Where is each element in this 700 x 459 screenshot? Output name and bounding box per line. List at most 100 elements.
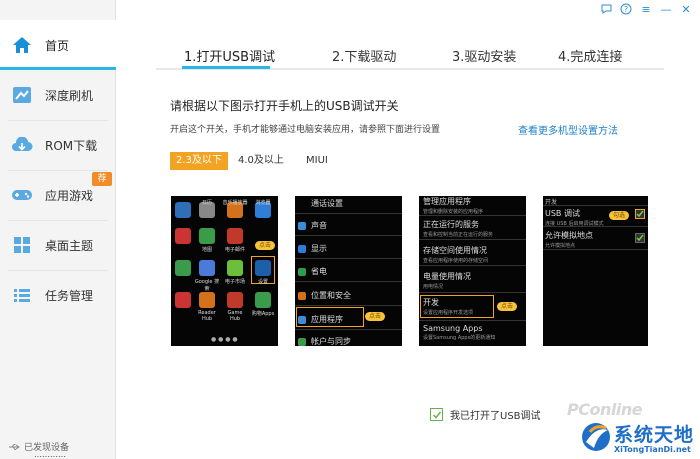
logo-icon: [582, 423, 610, 451]
phone-screen-app-settings: 管理应用程序管理和删除安装的应用程序 正在运行的服务查看和控制当前正在运行的服务…: [419, 196, 526, 346]
help-button[interactable]: ?: [618, 2, 634, 16]
app-settings-item: 管理应用程序管理和删除安装的应用程序: [419, 196, 526, 215]
app-icon: [175, 228, 191, 244]
app-settings-item: Samsung Apps 设置Samsung Apps的更新通知: [419, 324, 526, 341]
tab-miui[interactable]: MIUI: [300, 152, 334, 170]
app-label: 电子市场: [224, 279, 245, 285]
tap-hint: 点击: [497, 302, 517, 311]
phone-screen-development: 开发 USB 调试 连接 USB 后启用调试模式 勾选 允许模拟地点 允许模拟地点: [543, 196, 648, 346]
menu-button[interactable]: ≡: [638, 2, 654, 16]
chat-bubble-icon[interactable]: [598, 2, 614, 16]
sidebar-item-tasks[interactable]: 任务管理: [0, 270, 116, 320]
sidebar-item-home[interactable]: 首页: [0, 20, 116, 70]
item-title: USB 调试: [545, 209, 580, 218]
sidebar-item-label: ROM下载: [45, 138, 98, 153]
divider: [295, 213, 402, 214]
shopping-icon: [255, 292, 271, 308]
app-settings-item: 电量使用情况 用电情况: [419, 271, 526, 290]
list-icon: [11, 284, 33, 306]
sidebar-item-label: 首页: [45, 38, 70, 53]
window-controls: ? ≡ — ✕: [598, 2, 694, 16]
battery-icon: [298, 268, 306, 276]
item-title: 管理应用程序: [423, 197, 471, 206]
check-hint: 勾选: [609, 211, 629, 220]
app-label: Reader Hub: [198, 310, 216, 322]
usb-icon: [9, 443, 20, 450]
game-hub-icon: [227, 292, 243, 308]
step-active-underline: [182, 66, 270, 69]
app-label: 设置: [257, 279, 268, 285]
sidebar-item-label: 桌面主题: [45, 238, 94, 253]
sidebar-item-label: 应用游戏: [45, 188, 94, 203]
sync-icon: [298, 338, 306, 346]
divider: [543, 205, 648, 206]
minimize-button[interactable]: —: [658, 2, 674, 16]
item-sub: 查看和控制当前正在运行的服务: [423, 232, 494, 238]
tap-hint: 点击: [255, 241, 275, 250]
divider: [543, 226, 648, 227]
step-2: 2.下载驱动: [332, 50, 397, 65]
page-title: 请根据以下图示打开手机上的USB调试开关: [170, 99, 399, 113]
brand-text: 系统天地: [614, 424, 695, 446]
divider: [543, 249, 648, 250]
app-icon: [175, 292, 191, 308]
settings-item: 省电: [311, 267, 327, 276]
site-watermark: 系统天地 XiTongTianDi.net: [578, 416, 700, 459]
item-sub: 管理和删除安装的应用程序: [423, 209, 484, 215]
sidebar-item-flash[interactable]: 深度刷机: [0, 70, 116, 120]
phone-screen-home: 日历 音乐播放器 浏览器 地图 电子邮件 点击 Google 搜索 电子市场 设…: [171, 196, 278, 346]
sidebar-item-themes[interactable]: 桌面主题: [0, 220, 116, 270]
reader-hub-icon: [199, 292, 215, 308]
sidebar-item-apps[interactable]: 应用游戏 荐: [0, 170, 116, 220]
sidebar: 首页 深度刷机 ROM下载 应用游戏 荐 桌面主题 任务管理 已发现设备: [0, 0, 116, 459]
divider: [419, 265, 526, 266]
highlight-box: [296, 307, 364, 327]
item-sub: 用电情况: [423, 284, 444, 290]
close-button[interactable]: ✕: [678, 2, 694, 16]
google-search-icon: [199, 260, 215, 276]
app-icon: [175, 202, 191, 218]
app-label: 日历: [201, 200, 212, 206]
apps-icon: [298, 316, 306, 324]
app-label: 音乐播放器: [222, 200, 248, 206]
recommend-badge: 荐: [92, 172, 112, 186]
item-title: 电量使用情况: [423, 272, 471, 281]
market-icon: [227, 260, 243, 276]
item-title: Samsung Apps: [423, 324, 483, 333]
sidebar-item-rom[interactable]: ROM下载: [0, 120, 116, 170]
grid-icon: [11, 234, 33, 256]
divider: [295, 281, 402, 282]
sidebar-item-label: 深度刷机: [45, 88, 94, 103]
tap-hint: 点击: [365, 312, 385, 321]
divider: [295, 329, 402, 330]
more-models-link[interactable]: 查看更多机型设置方法: [518, 122, 618, 137]
cloud-download-icon: [11, 134, 33, 156]
home-icon: [11, 34, 33, 56]
mock-location-checkbox: [635, 233, 645, 243]
gamepad-icon: [11, 184, 33, 206]
settings-item: 显示: [311, 244, 327, 253]
tab-android-23[interactable]: 2.3及以下: [170, 152, 228, 170]
cropped-text: …………: [34, 450, 66, 459]
usb-enabled-confirm[interactable]: 我已打开了USB调试: [430, 407, 541, 422]
settings-item: 位置和安全: [311, 291, 351, 300]
confirm-checkbox[interactable]: [430, 408, 443, 421]
divider: [419, 292, 526, 293]
divider: [419, 320, 526, 321]
phone-screen-settings: 通话设置 声音 显示 省电 位置和安全 应用程序 点击 帐户与同步: [295, 196, 402, 346]
settings-item: 声音: [311, 221, 327, 230]
item-title: 正在运行的服务: [423, 220, 479, 229]
divider: [295, 305, 402, 306]
page-dots: ● ● ● ●: [211, 336, 238, 343]
app-label: Game Hub: [227, 310, 243, 322]
divider: [295, 258, 402, 259]
email-icon: [227, 228, 243, 244]
settings-item: 通话设置: [311, 199, 343, 208]
step-3: 3.驱动安装: [452, 50, 517, 65]
step-progress: 1.打开USB调试 2.下载驱动 3.驱动安装 4.完成连接: [156, 44, 664, 70]
step-1: 1.打开USB调试: [184, 50, 276, 65]
item-sub: 允许模拟地点: [545, 243, 576, 249]
usb-debug-checkbox: [635, 209, 645, 219]
brand-url: XiTongTianDi.net: [614, 445, 691, 454]
tab-android-40[interactable]: 4.0及以上: [232, 152, 290, 170]
